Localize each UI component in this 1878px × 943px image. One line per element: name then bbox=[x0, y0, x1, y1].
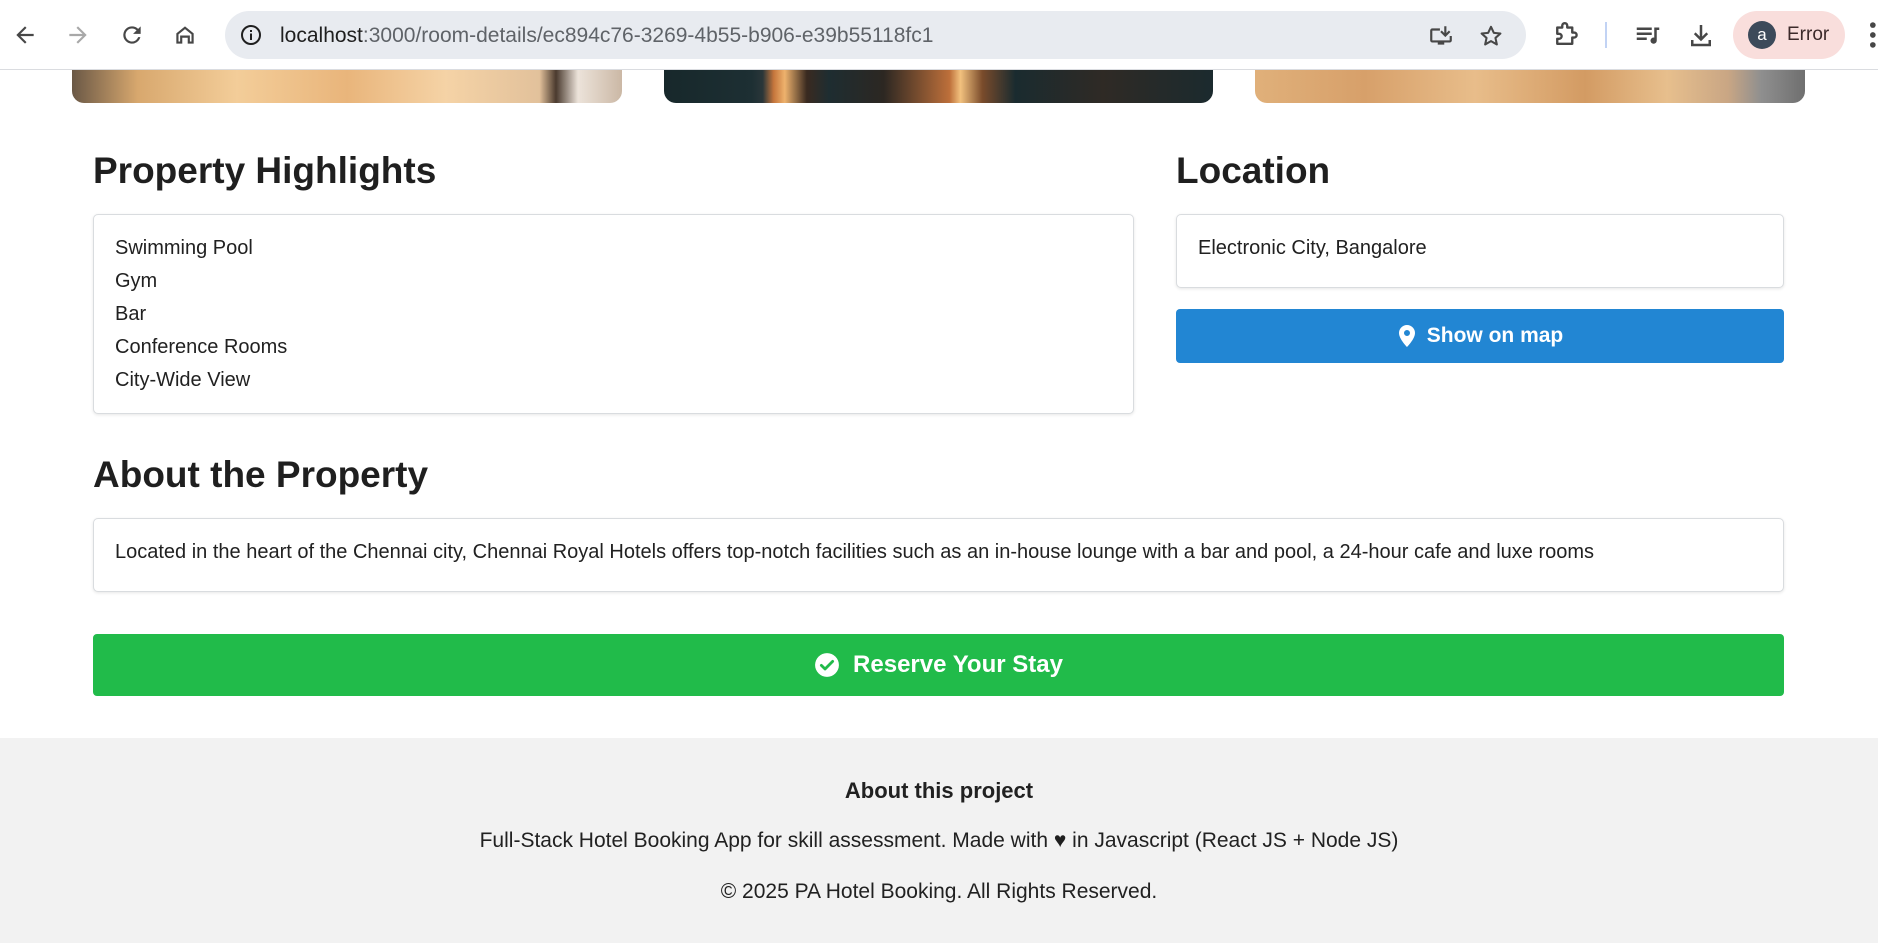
map-pin-icon bbox=[1398, 325, 1415, 347]
highlights-list: Swimming Pool Gym Bar Conference Rooms C… bbox=[115, 232, 287, 397]
location-panel: Electronic City, Bangalore bbox=[1176, 214, 1784, 288]
show-on-map-label: Show on map bbox=[1426, 324, 1564, 347]
room-photo[interactable] bbox=[664, 70, 1213, 103]
location-address: Electronic City, Bangalore bbox=[1198, 237, 1427, 259]
check-circle-icon bbox=[815, 653, 839, 677]
heart-icon: ♥ bbox=[1053, 829, 1067, 852]
info-icon[interactable] bbox=[239, 23, 263, 47]
forward-button[interactable] bbox=[58, 15, 98, 55]
highlight-item: Conference Rooms bbox=[115, 336, 288, 358]
footer-title: About this project bbox=[844, 778, 1034, 803]
reserve-button[interactable]: Reserve Your Stay bbox=[93, 634, 1784, 696]
highlight-item: Bar bbox=[115, 303, 147, 325]
reserve-label: Reserve Your Stay bbox=[853, 651, 1063, 678]
url-path: :3000/room-details/ec894c76-3269-4b55-b9… bbox=[362, 24, 934, 47]
reload-button[interactable] bbox=[112, 15, 152, 55]
install-app-icon[interactable] bbox=[1428, 23, 1454, 49]
profile-button[interactable]: a Error bbox=[1733, 11, 1845, 59]
about-description: Located in the heart of the Chennai city… bbox=[115, 541, 1595, 563]
arrow-left-icon bbox=[16, 26, 34, 44]
profile-status: Error bbox=[1787, 24, 1830, 45]
highlight-item: Swimming Pool bbox=[115, 237, 253, 259]
home-icon bbox=[176, 26, 194, 44]
show-on-map-button[interactable]: Show on map bbox=[1176, 309, 1784, 363]
back-button[interactable] bbox=[5, 15, 45, 55]
footer-description: Full-Stack Hotel Booking App for skill a… bbox=[0, 829, 1878, 853]
highlights-panel: Swimming Pool Gym Bar Conference Rooms C… bbox=[93, 214, 1134, 414]
reload-icon bbox=[123, 26, 141, 44]
url-text[interactable]: localhost:3000/room-details/ec894c76-326… bbox=[280, 24, 933, 48]
home-button[interactable] bbox=[165, 15, 205, 55]
puzzle-icon[interactable] bbox=[1551, 20, 1581, 50]
url-host: localhost bbox=[280, 24, 363, 47]
download-icon[interactable] bbox=[1686, 20, 1716, 50]
browser-toolbar: localhost:3000/room-details/ec894c76-326… bbox=[0, 0, 1878, 70]
highlights-title: Property Highlights bbox=[93, 150, 437, 191]
toolbar-divider bbox=[1605, 22, 1607, 48]
more-menu-icon[interactable] bbox=[1862, 18, 1878, 52]
playlist-icon[interactable] bbox=[1633, 20, 1663, 50]
footer-copyright: © 2025 PA Hotel Booking. All Rights Rese… bbox=[720, 880, 1158, 903]
room-photo[interactable] bbox=[72, 70, 622, 103]
arrow-right-icon bbox=[69, 26, 87, 44]
highlight-item: City-Wide View bbox=[115, 369, 251, 391]
room-photo[interactable] bbox=[1255, 70, 1805, 103]
about-panel: Located in the heart of the Chennai city… bbox=[93, 518, 1784, 592]
address-bar[interactable]: localhost:3000/room-details/ec894c76-326… bbox=[225, 11, 1526, 59]
footer: About this project Full-Stack Hotel Book… bbox=[0, 738, 1878, 943]
star-icon[interactable] bbox=[1478, 23, 1504, 49]
footer-desc-before: Full-Stack Hotel Booking App for skill a… bbox=[479, 829, 1049, 852]
location-title: Location bbox=[1176, 150, 1331, 191]
footer-desc-after: in Javascript (React JS + Node JS) bbox=[1072, 829, 1399, 852]
about-title: About the Property bbox=[93, 454, 429, 495]
avatar: a bbox=[1748, 21, 1776, 49]
highlight-item: Gym bbox=[115, 270, 158, 292]
